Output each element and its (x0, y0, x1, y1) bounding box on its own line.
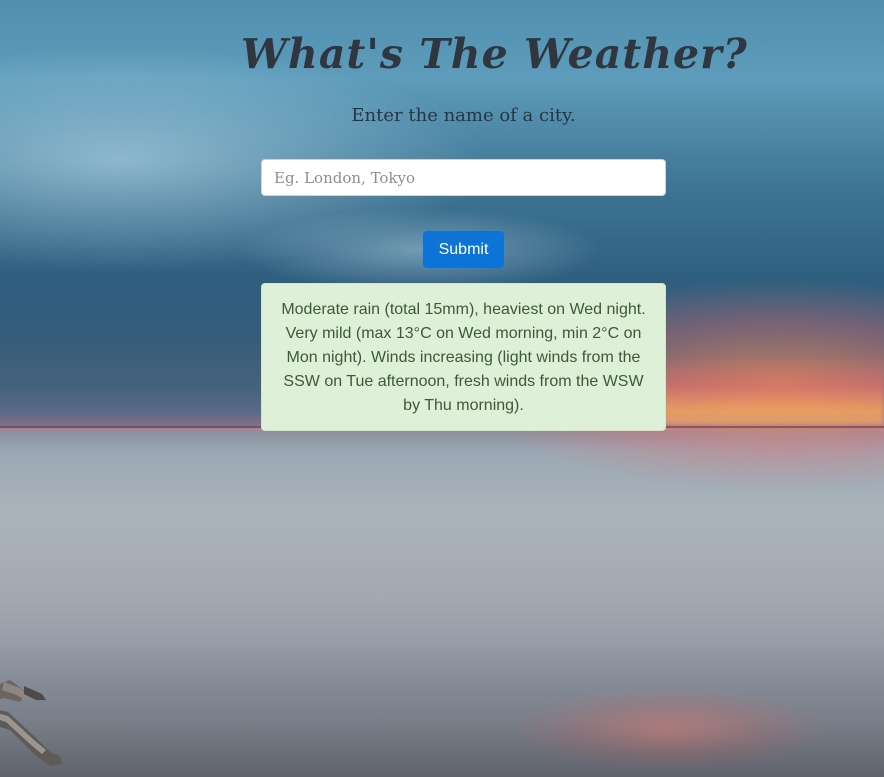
weather-forecast-alert: Moderate rain (total 15mm), heaviest on … (261, 283, 666, 431)
beach-sand (0, 640, 884, 777)
forecast-text: Moderate rain (total 15mm), heaviest on … (281, 301, 646, 414)
page-title: What's The Weather? (241, 30, 748, 78)
city-search-input[interactable] (261, 159, 666, 196)
instructions-text: Enter the name of a city. (351, 105, 576, 126)
driftwood-image (0, 680, 62, 766)
submit-button[interactable]: Submit (423, 231, 504, 268)
